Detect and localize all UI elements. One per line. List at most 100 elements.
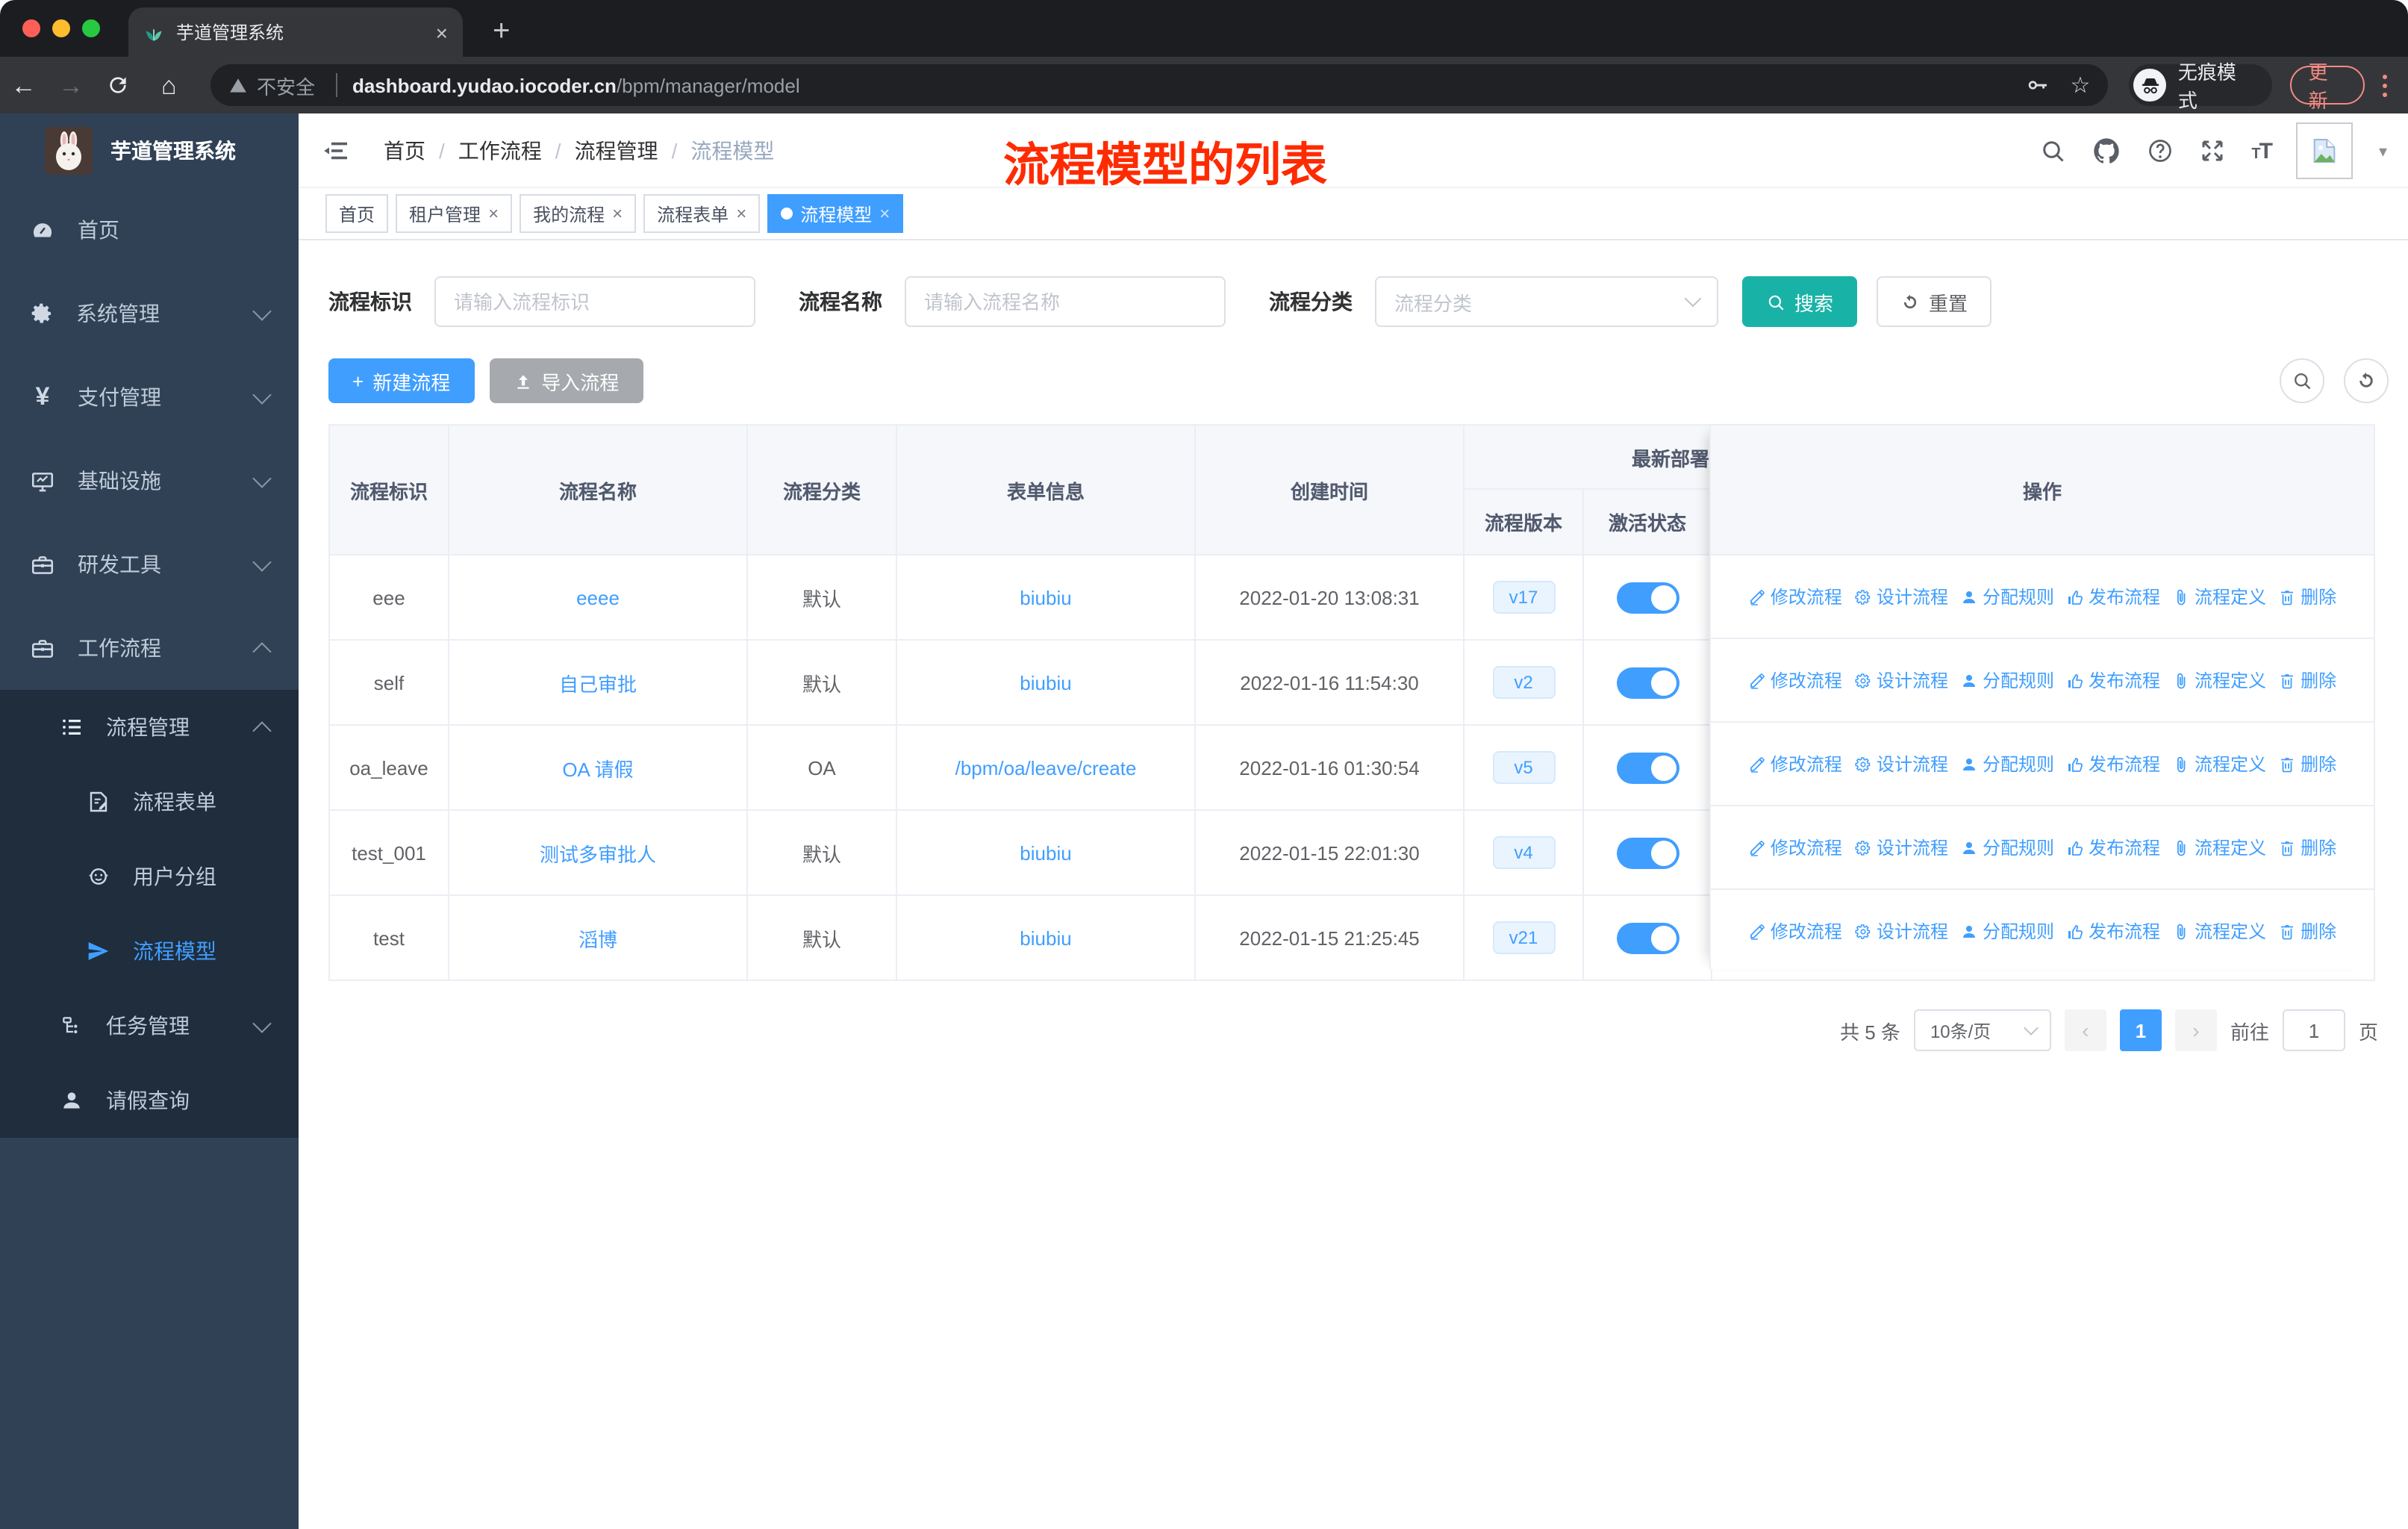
sidebar-item-process-form[interactable]: 流程表单 [0,764,299,839]
active-toggle[interactable] [1616,752,1679,783]
zoom-window-button[interactable] [82,19,100,37]
page-size-select[interactable]: 10条/页 [1913,1009,2051,1051]
cell-name-link[interactable]: 测试多审批人 [449,811,748,894]
edit-process-link[interactable]: 修改流程 [1748,835,1842,860]
edit-process-link[interactable]: 修改流程 [1748,918,1842,944]
assign-rule-link[interactable]: 分配规则 [1960,751,2054,776]
tag-process-model[interactable]: 流程模型 × [767,194,904,233]
active-toggle[interactable] [1616,922,1679,953]
fullscreen-icon[interactable] [2199,137,2226,164]
sidebar-item-home[interactable]: 首页 [0,188,299,272]
avatar[interactable] [2296,122,2354,179]
process-definition-link[interactable]: 流程定义 [2172,918,2266,944]
cell-name-link[interactable]: 自己审批 [449,641,748,724]
collapse-sidebar-icon[interactable] [322,137,349,164]
tag-close-icon[interactable]: × [488,203,499,224]
search-button[interactable]: 搜索 [1742,276,1858,327]
breadcrumb-item[interactable]: 首页 [384,136,425,166]
cell-form-link[interactable]: biubiu [897,811,1196,894]
browser-menu-icon[interactable] [2383,74,2388,96]
next-page-button[interactable]: › [2174,1009,2217,1051]
minimize-window-button[interactable] [52,19,70,37]
cell-form-link[interactable]: biubiu [897,896,1196,980]
cell-name-link[interactable]: eeee [449,555,748,639]
tag-close-icon[interactable]: × [612,203,623,224]
tag-home[interactable]: 首页 [325,194,389,233]
assign-rule-link[interactable]: 分配规则 [1960,667,2054,693]
cell-name-link[interactable]: OA 请假 [449,726,748,809]
new-tab-button[interactable]: + [493,12,510,51]
cell-name-link[interactable]: 滔博 [449,896,748,980]
sidebar-item-process-model[interactable]: 流程模型 [0,914,299,988]
category-select[interactable]: 流程分类 [1375,276,1718,327]
process-definition-link[interactable]: 流程定义 [2172,835,2266,860]
url-bar[interactable]: 不安全 dashboard.yudao.iocoder.cn/bpm/manag… [210,64,2109,106]
breadcrumb-item[interactable]: 工作流程 [458,136,542,166]
home-icon[interactable]: ⌂ [146,72,193,98]
process-definition-link[interactable]: 流程定义 [2172,667,2266,693]
delete-link[interactable]: 删除 [2278,918,2336,944]
publish-process-link[interactable]: 发布流程 [2066,835,2160,860]
sidebar-item-workflow[interactable]: 工作流程 [0,606,299,690]
tag-close-icon[interactable]: × [736,203,746,224]
breadcrumb-item[interactable]: 流程管理 [575,136,658,166]
cell-form-link[interactable]: biubiu [897,641,1196,724]
active-toggle[interactable] [1616,837,1679,868]
sidebar-item-process-management[interactable]: 流程管理 [0,690,299,764]
tab-close-icon[interactable]: × [436,22,448,43]
sidebar-item-task-management[interactable]: 任务管理 [0,988,299,1063]
sidebar-item-infrastructure[interactable]: 基础设施 [0,439,299,523]
process-key-input[interactable] [434,276,755,327]
publish-process-link[interactable]: 发布流程 [2066,918,2160,944]
assign-rule-link[interactable]: 分配规则 [1960,584,2054,609]
browser-tab[interactable]: 芋道管理系统 × [128,7,463,57]
delete-link[interactable]: 删除 [2278,751,2336,776]
close-window-button[interactable] [22,19,40,37]
process-definition-link[interactable]: 流程定义 [2172,584,2266,609]
publish-process-link[interactable]: 发布流程 [2066,667,2160,693]
search-icon[interactable] [2039,137,2066,164]
design-process-link[interactable]: 设计流程 [1854,667,1948,693]
refresh-table-button[interactable] [2344,358,2389,403]
key-icon[interactable] [2025,73,2049,97]
edit-process-link[interactable]: 修改流程 [1748,667,1842,693]
assign-rule-link[interactable]: 分配规则 [1960,835,2054,860]
process-definition-link[interactable]: 流程定义 [2172,751,2266,776]
cell-form-link[interactable]: /bpm/oa/leave/create [897,726,1196,809]
edit-process-link[interactable]: 修改流程 [1748,584,1842,609]
font-size-icon[interactable]: TT [2251,138,2273,164]
active-toggle[interactable] [1616,582,1679,613]
reset-button[interactable]: 重置 [1877,276,1992,327]
update-button[interactable]: 更新 [2290,61,2365,112]
sidebar-item-leave-query[interactable]: 请假查询 [0,1063,299,1138]
edit-process-link[interactable]: 修改流程 [1748,751,1842,776]
create-process-button[interactable]: + 新建流程 [328,358,475,403]
goto-page-input[interactable] [2282,1009,2345,1051]
tag-my-process[interactable]: 我的流程 × [520,194,637,233]
back-icon[interactable]: ← [0,72,47,98]
design-process-link[interactable]: 设计流程 [1854,584,1948,609]
cell-form-link[interactable]: biubiu [897,555,1196,639]
design-process-link[interactable]: 设计流程 [1854,918,1948,944]
tag-process-form[interactable]: 流程表单 × [643,194,761,233]
forward-icon[interactable]: → [47,72,94,98]
process-name-input[interactable] [905,276,1226,327]
tag-close-icon[interactable]: × [879,203,890,224]
publish-process-link[interactable]: 发布流程 [2066,751,2160,776]
avatar-caret-down-icon[interactable]: ▾ [2379,141,2387,161]
reload-icon[interactable] [107,73,131,97]
github-icon[interactable] [2092,136,2121,166]
import-process-button[interactable]: 导入流程 [489,358,643,403]
toggle-search-button[interactable] [2280,358,2324,403]
prev-page-button[interactable]: ‹ [2064,1009,2106,1051]
active-toggle[interactable] [1616,667,1679,698]
sidebar-item-payment[interactable]: ¥ 支付管理 [0,355,299,439]
design-process-link[interactable]: 设计流程 [1854,751,1948,776]
sidebar-item-user-group[interactable]: 用户分组 [0,839,299,914]
app-logo-row[interactable]: 芋道管理系统 [0,113,299,188]
tag-tenant[interactable]: 租户管理 × [396,194,513,233]
delete-link[interactable]: 删除 [2278,667,2336,693]
bookmark-star-icon[interactable]: ☆ [2070,72,2090,99]
delete-link[interactable]: 删除 [2278,835,2336,860]
sidebar-item-system[interactable]: 系统管理 [0,272,299,355]
